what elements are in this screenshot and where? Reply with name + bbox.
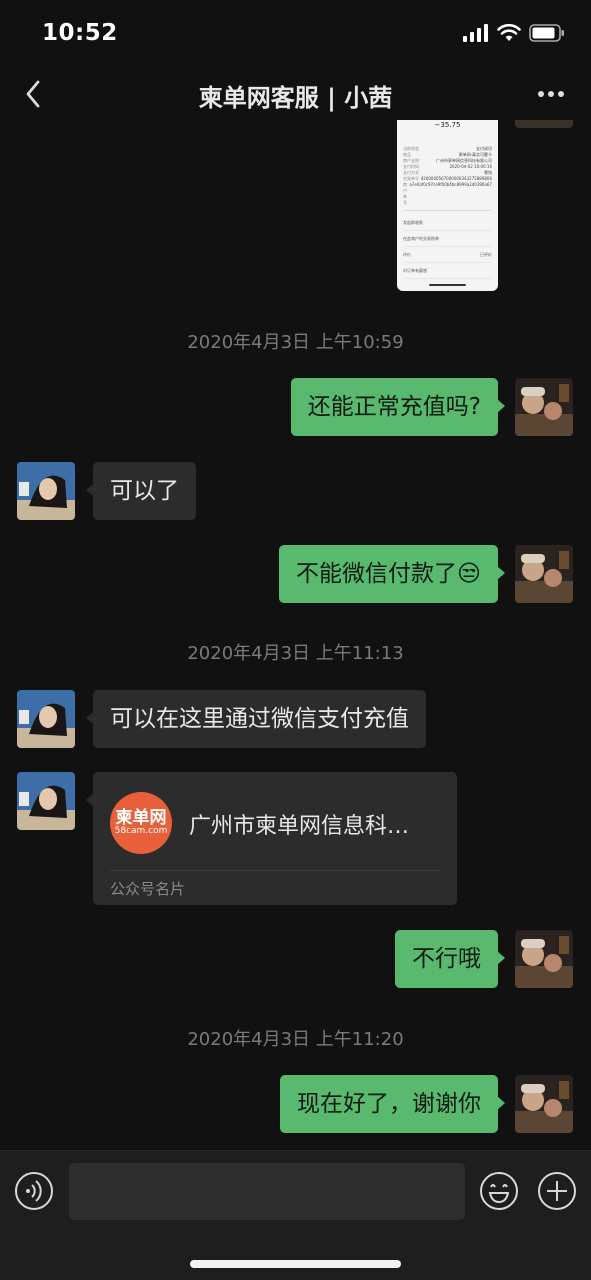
page-title: 柬单网客服 | 小茜	[198, 84, 393, 112]
avatar-agent[interactable]	[17, 772, 75, 830]
home-indicator	[190, 1260, 401, 1268]
plus-button[interactable]	[537, 1171, 577, 1211]
receipt-link: 对订单有疑惑	[403, 263, 492, 279]
card-type-label: 公众号名片	[110, 880, 186, 898]
receipt-link: 评价 已评价	[403, 247, 492, 263]
avatar-self[interactable]	[515, 378, 573, 436]
official-account-card[interactable]: 柬单网 58cam.com 广州市柬单网信息科… 公众号名片	[86, 772, 457, 905]
emoji-button[interactable]	[479, 1171, 519, 1211]
message-input[interactable]	[69, 1163, 465, 1220]
receipt-amount: −35.75	[434, 121, 461, 129]
avatar-agent[interactable]	[17, 690, 75, 748]
battery-icon	[529, 24, 565, 46]
message-bubble-received[interactable]: 可以了	[86, 462, 196, 520]
status-icons	[463, 23, 565, 46]
account-logo: 柬单网 58cam.com	[110, 792, 172, 854]
plus-icon	[538, 1172, 576, 1210]
emoji-icon	[480, 1172, 518, 1210]
account-name: 广州市柬单网信息科…	[189, 814, 410, 839]
avatar-self[interactable]	[515, 1075, 573, 1133]
receipt-home-bar	[429, 284, 466, 286]
status-bar: 10:52	[0, 0, 591, 70]
wifi-icon	[497, 23, 521, 46]
emoji-unamused: 😒	[457, 561, 481, 587]
voice-button[interactable]	[14, 1171, 54, 1211]
timestamp: 2020年4月3日 上午11:13	[187, 643, 404, 664]
message-bubble-sent[interactable]: 现在好了，谢谢你	[280, 1075, 505, 1133]
timestamp: 2020年4月3日 上午10:59	[187, 332, 404, 353]
message-bubble-sent[interactable]: 还能正常充值吗?	[290, 378, 506, 436]
avatar-self[interactable]	[515, 930, 573, 988]
message-bubble-sent[interactable]: 不行哦	[395, 930, 505, 988]
avatar-agent[interactable]	[17, 462, 75, 520]
timestamp: 2020年4月3日 上午11:20	[187, 1029, 404, 1050]
receipt-row: 商户单号 a7e0af0c97ce9f00b4bc8999a2d0396a67	[403, 182, 492, 205]
avatar-self[interactable]	[515, 545, 573, 603]
receipt-link: 在此商户的交易账单	[403, 231, 492, 247]
status-time: 10:52	[42, 20, 118, 46]
receipt-details: 当前状态 支付成功 商品 柬单网·真实可靠卡 商户全称 广州市柬单网信息科技有限公司 …	[403, 146, 492, 279]
receipt-link: 发起群收款	[403, 215, 492, 231]
more-button[interactable]	[531, 78, 571, 110]
message-bubble-received[interactable]: 可以在这里通过微信支付充值	[86, 690, 426, 748]
card-divider	[110, 870, 440, 871]
nav-bar: 柬单网客服 | 小茜	[0, 70, 591, 120]
avatar-self[interactable]	[515, 120, 573, 128]
signal-icon	[463, 24, 489, 46]
more-icon	[538, 91, 564, 97]
chat-area[interactable]: −35.75 当前状态 支付成功 商品 柬单网·真实可靠卡 商户全称 广州市柬单网信息…	[0, 120, 591, 1150]
receipt-screenshot-image[interactable]: −35.75 当前状态 支付成功 商品 柬单网·真实可靠卡 商户全称 广州市柬单网信息…	[397, 120, 498, 291]
message-text: 不能微信付款了	[296, 561, 458, 587]
voice-icon	[15, 1172, 53, 1210]
message-bubble-sent[interactable]: 不能微信付款了😒	[279, 545, 505, 603]
